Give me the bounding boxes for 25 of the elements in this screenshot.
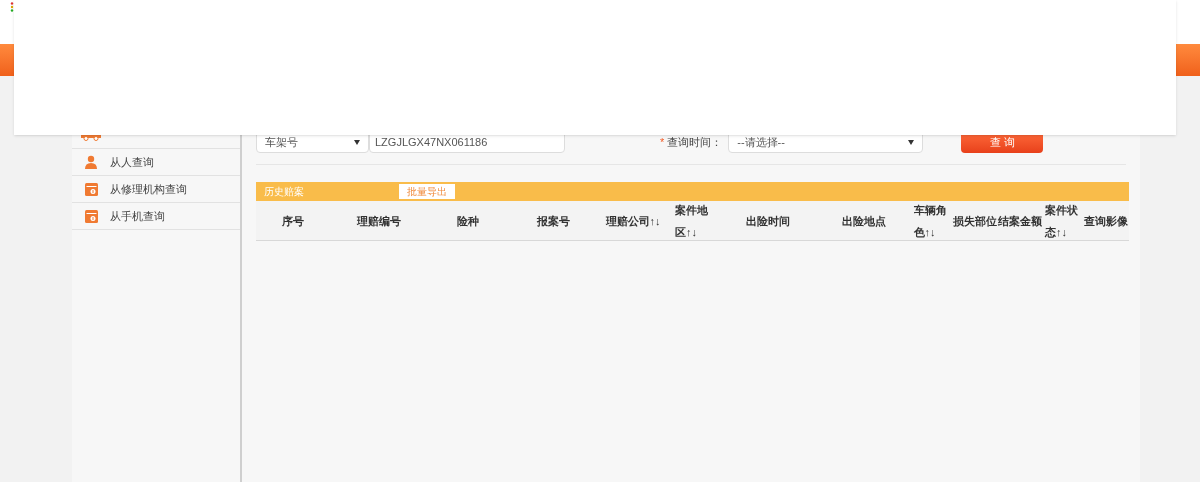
person-icon	[85, 155, 97, 169]
column-header: 案件状态↑↓	[1045, 202, 1079, 240]
id-card-icon	[84, 182, 98, 196]
sidebar-item[interactable]: 从修理机构查询	[72, 176, 240, 203]
column-header: 出险时间	[746, 213, 790, 229]
dropdown-caret-icon	[908, 139, 915, 145]
column-header: 损失部位	[952, 213, 997, 229]
required-mark: *	[660, 134, 665, 150]
column-header: 理赔编号	[356, 213, 401, 229]
column-header: 车辆角色↑↓	[913, 202, 948, 240]
column-header: 案件地区↑↓	[675, 202, 709, 240]
column-header: 理赔公司↑↓	[605, 213, 661, 229]
column-header: 查询影像	[1084, 213, 1128, 229]
dots-icon	[10, 2, 14, 12]
column-header: 报案号	[537, 213, 570, 229]
column-header: 险种	[457, 213, 479, 229]
sidebar-item[interactable]: 从手机查询	[72, 203, 240, 230]
column-header: 出险地点	[842, 213, 886, 229]
dropdown-caret-icon	[354, 139, 360, 145]
sidebar-item[interactable]: 从人查询	[72, 149, 240, 176]
id-card-icon	[84, 209, 98, 223]
history-title: 历史赔案	[264, 185, 305, 199]
column-header: 序号	[282, 213, 304, 229]
query-time-label: 查询时间：	[667, 134, 724, 150]
column-header: 结案金额	[997, 213, 1042, 229]
